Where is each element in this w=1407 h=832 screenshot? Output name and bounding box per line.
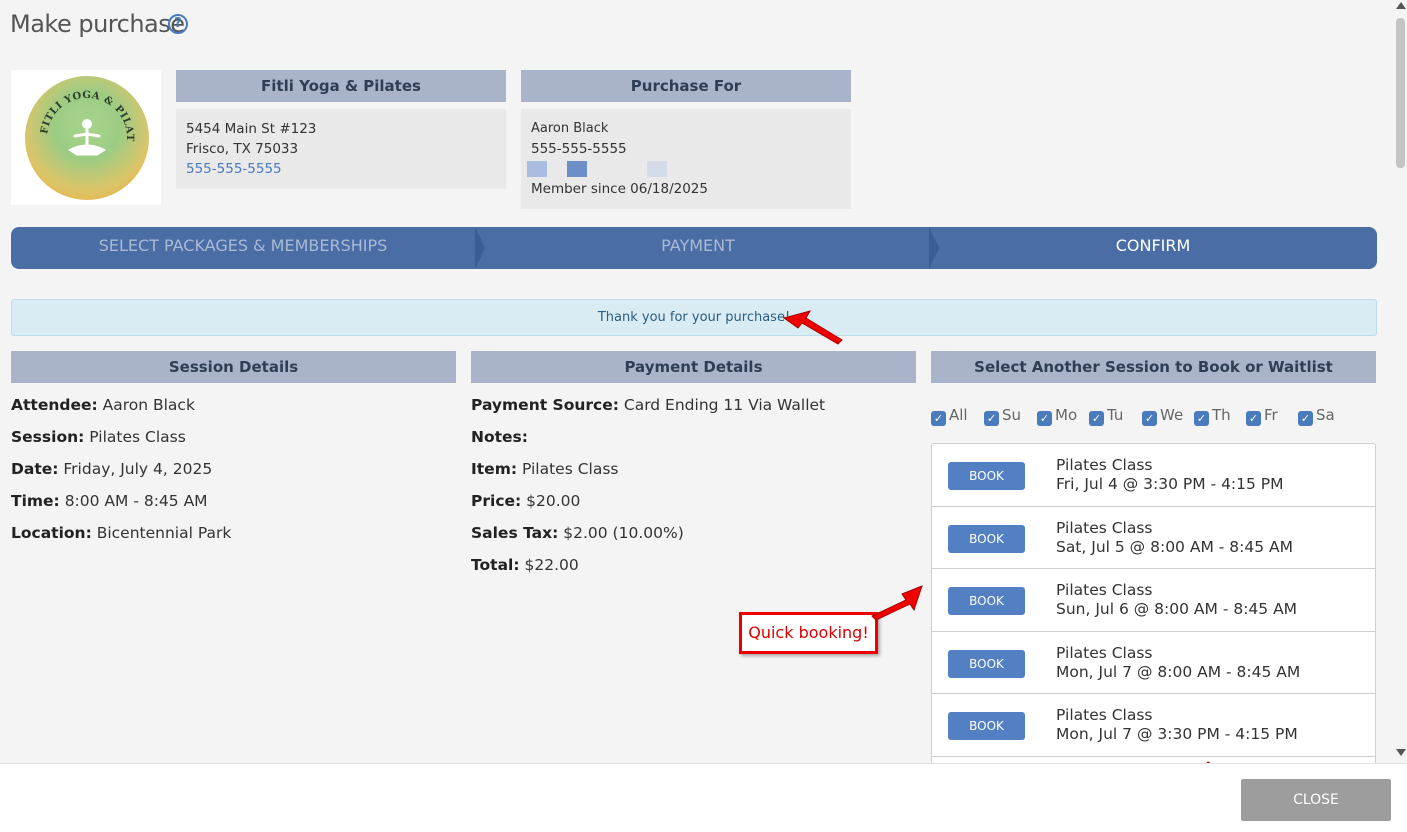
scroll-down-icon[interactable] — [1396, 749, 1406, 756]
studio-phone-link[interactable]: 555-555-5555 — [186, 159, 496, 179]
payment-details-header: Payment Details — [471, 351, 916, 383]
session-name: Pilates Class — [1056, 456, 1153, 474]
book-button[interactable]: BOOK — [948, 712, 1025, 740]
book-button[interactable]: BOOK — [948, 649, 1025, 678]
purchase-modal: Make purchase ? FITLI YOGA & PILATES Fit… — [0, 0, 1393, 763]
purchase-stepper: SELECT PACKAGES & MEMBERSHIPS PAYMENT CO… — [11, 227, 1377, 269]
studio-name: Fitli Yoga & Pilates — [176, 70, 506, 102]
checkbox-checked-icon: ✓ — [1037, 411, 1052, 426]
detail-attendee: Attendee: Aaron Black — [11, 396, 195, 414]
day-checkbox-su[interactable]: ✓ Su — [984, 406, 1021, 426]
day-checkbox-sa[interactable]: ✓ Sa — [1298, 406, 1335, 426]
scroll-thumb[interactable] — [1396, 18, 1405, 168]
detail-sales-tax: Sales Tax: $2.00 (10.00%) — [471, 524, 684, 542]
session-row: BOOK Pilates Class Mon, Jul 7 @ 3:30 PM … — [932, 694, 1375, 757]
annotation-arrow-icon — [782, 310, 843, 345]
detail-item: Item: Pilates Class — [471, 460, 619, 478]
booking-panel: Select Another Session to Book or Waitli… — [931, 351, 1376, 383]
purchase-for-card: Purchase For Aaron Black 555-555-5555 Me… — [521, 70, 851, 209]
member-tag — [647, 161, 667, 177]
detail-notes: Notes: — [471, 428, 528, 446]
session-details-header: Session Details — [11, 351, 456, 383]
day-checkbox-fr[interactable]: ✓ Fr — [1246, 406, 1278, 426]
payment-details-panel: Payment Details Payment Source: Card End… — [471, 351, 916, 588]
session-row: BOOK Pilates Class Fri, Jul 4 @ 3:30 PM … — [932, 444, 1375, 507]
checkbox-checked-icon: ✓ — [1246, 411, 1261, 426]
checkbox-checked-icon: ✓ — [984, 411, 999, 426]
book-button[interactable]: BOOK — [948, 587, 1025, 615]
day-checkbox-mo[interactable]: ✓ Mo — [1037, 406, 1077, 426]
checkbox-checked-icon: ✓ — [931, 411, 946, 426]
studio-card: Fitli Yoga & Pilates 5454 Main St #123 F… — [176, 70, 506, 189]
annotation-arrow-icon — [871, 585, 923, 621]
session-list: BOOK Pilates Class Fri, Jul 4 @ 3:30 PM … — [931, 443, 1376, 763]
success-alert: Thank you for your purchase! — [11, 299, 1377, 336]
help-icon[interactable]: ? — [168, 14, 188, 34]
step-select-packages: SELECT PACKAGES & MEMBERSHIPS — [98, 236, 388, 255]
detail-location: Location: Bicentennial Park — [11, 524, 232, 542]
scroll-up-icon[interactable] — [1396, 2, 1406, 9]
detail-session: Session: Pilates Class — [11, 428, 186, 446]
day-checkbox-we[interactable]: ✓ We — [1142, 406, 1183, 426]
session-details-panel: Session Details Attendee: Aaron Black Se… — [11, 351, 456, 556]
detail-date: Date: Friday, July 4, 2025 — [11, 460, 213, 478]
checkbox-checked-icon: ✓ — [1298, 411, 1313, 426]
session-row: BOOK Pilates Class Mon, Jul 7 @ 8:00 AM … — [932, 632, 1375, 694]
book-button[interactable]: BOOK — [948, 462, 1025, 490]
close-button[interactable]: CLOSE — [1241, 779, 1391, 821]
day-checkbox-tu[interactable]: ✓ Tu — [1089, 406, 1123, 426]
quick-booking-callout: Quick booking! — [739, 612, 878, 654]
modal-footer — [0, 763, 1407, 832]
step-payment: PAYMENT — [661, 236, 735, 255]
member-since: Member since 06/18/2025 — [531, 181, 708, 197]
studio-address-line2: Frisco, TX 75033 — [186, 141, 299, 157]
detail-total: Total: $22.00 — [471, 556, 579, 574]
customer-name: Aaron Black — [531, 121, 609, 136]
detail-time: Time: 8:00 AM - 8:45 AM — [11, 492, 208, 510]
customer-phone: 555-555-5555 — [531, 141, 627, 157]
session-name: Pilates Class — [1056, 643, 1153, 662]
day-filter: ✓ All ✓ Su ✓ Mo ✓ Tu ✓ We ✓ Th ✓ Fr ✓ Sa — [931, 406, 1376, 428]
checkbox-checked-icon: ✓ — [1194, 411, 1209, 426]
member-tags — [527, 159, 841, 179]
logo-meditation-icon: FITLI YOGA & PILATES — [21, 68, 135, 156]
booking-header: Select Another Session to Book or Waitli… — [931, 351, 1376, 383]
page-title: Make purchase — [10, 10, 185, 38]
checkbox-checked-icon: ✓ — [1142, 411, 1157, 426]
session-name: Pilates Class — [1056, 581, 1153, 599]
session-time: Sat, Jul 5 @ 8:00 AM - 8:45 AM — [1056, 537, 1293, 556]
purchase-for-header: Purchase For — [521, 70, 851, 102]
session-row: BOOK Pilates Class Sun, Jul 6 @ 8:00 AM … — [932, 569, 1375, 632]
detail-price: Price: $20.00 — [471, 492, 581, 510]
session-name: Pilates Class — [1056, 518, 1153, 537]
studio-logo: FITLI YOGA & PILATES — [11, 68, 161, 205]
studio-address-line1: 5454 Main St #123 — [186, 121, 317, 137]
checkbox-checked-icon: ✓ — [1089, 411, 1104, 426]
session-time: Mon, Jul 7 @ 3:30 PM - 4:15 PM — [1056, 725, 1298, 743]
svg-text:FITLI YOGA & PILATES: FITLI YOGA & PILATES — [25, 76, 135, 142]
session-time: Mon, Jul 7 @ 8:00 AM - 8:45 AM — [1056, 662, 1301, 681]
day-checkbox-th[interactable]: ✓ Th — [1194, 406, 1231, 426]
session-row: BOOK Pilates Class Sat, Jul 5 @ 8:00 AM … — [932, 507, 1375, 569]
step-confirm: CONFIRM — [1115, 236, 1191, 255]
modal-scrollbar[interactable] — [1393, 0, 1407, 763]
detail-payment-source: Payment Source: Card Ending 11 Via Walle… — [471, 396, 826, 414]
session-time: Fri, Jul 4 @ 3:30 PM - 4:15 PM — [1056, 475, 1284, 493]
member-tag — [567, 161, 587, 177]
day-checkbox-all[interactable]: ✓ All — [931, 406, 968, 426]
session-name: Pilates Class — [1056, 706, 1153, 724]
member-tag — [527, 161, 547, 177]
session-time: Sun, Jul 6 @ 8:00 AM - 8:45 AM — [1056, 600, 1298, 618]
book-button[interactable]: BOOK — [948, 524, 1025, 553]
